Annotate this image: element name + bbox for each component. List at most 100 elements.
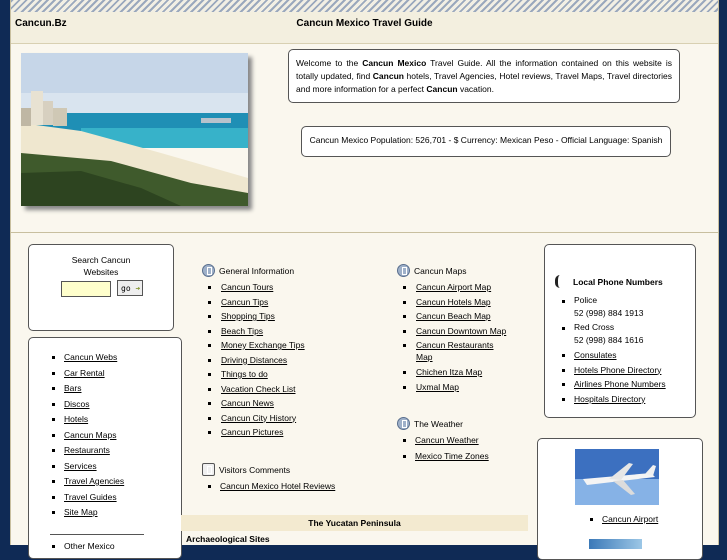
phone-entry-name: Red Cross xyxy=(574,322,615,332)
general-item[interactable]: Cancun Tips xyxy=(203,295,305,310)
nav-item[interactable]: Cancun Maps xyxy=(47,428,124,444)
map-link: Cancun Beach Map xyxy=(416,311,491,321)
weather-heading: The Weather xyxy=(397,417,463,430)
phone-icon xyxy=(555,275,565,288)
general-item[interactable]: Cancun City History xyxy=(203,411,305,426)
phone-directory-link: Hospitals Directory xyxy=(574,393,646,404)
welcome-bold-1: Cancun Mexico xyxy=(362,58,427,68)
search-box: Search Cancun Websites go ➔ xyxy=(28,244,174,331)
map-item[interactable]: Cancun Downtown Map xyxy=(398,324,506,339)
archaeological-sites-heading: Archaeological Sites xyxy=(186,534,270,544)
general-link: Vacation Check List xyxy=(221,383,296,394)
site-navigation-box: Cancun Webs Car Rental Bars Discos Hotels Can… xyxy=(28,337,182,559)
general-item[interactable]: Money Exchange Tips xyxy=(203,338,305,353)
general-item[interactable]: Cancun Pictures xyxy=(203,425,305,440)
page-title: Cancun Mexico Travel Guide xyxy=(296,18,433,29)
general-link: Cancun Tips xyxy=(221,296,269,307)
nav-item[interactable]: Car Rental xyxy=(47,366,124,382)
phone-entry-number: 52 (998) 884 1913 xyxy=(574,307,644,318)
map-item[interactable]: Cancun Airport Map xyxy=(398,280,506,295)
phone-directory-link: Consulates xyxy=(574,350,617,360)
general-item[interactable]: Vacation Check List xyxy=(203,382,305,397)
go-button[interactable]: go ➔ xyxy=(117,280,143,296)
general-item[interactable]: Cancun News xyxy=(203,396,305,411)
weather-heading-label: The Weather xyxy=(414,418,463,429)
nav-item[interactable]: Travel Guides xyxy=(47,490,124,506)
phone-heading-label: Local Phone Numbers xyxy=(573,276,663,287)
general-link: Cancun Pictures xyxy=(221,427,284,437)
welcome-bold-2: Cancun xyxy=(372,71,404,81)
map-link: Cancun Downtown Map xyxy=(416,325,507,336)
phone-directory-item[interactable]: Hotels Phone Directory xyxy=(557,363,692,378)
nav-item[interactable]: Cancun Webs xyxy=(47,350,124,366)
general-link: Beach Tips xyxy=(221,325,264,336)
general-item[interactable]: Shopping Tips xyxy=(203,309,305,324)
maps-heading-label: Cancun Maps xyxy=(414,265,467,276)
general-information-list: Cancun Tours Cancun Tips Shopping Tips Beac… xyxy=(203,280,305,440)
nav-link: Cancun Webs xyxy=(64,352,118,362)
population-box: Cancun Mexico Population: 526,701 - $ Cu… xyxy=(301,126,671,157)
top-decorative-stripe xyxy=(11,0,718,12)
airport-link[interactable]: Cancun Airport xyxy=(585,512,658,528)
general-item[interactable]: Driving Distances xyxy=(203,353,305,368)
phone-directory-item[interactable]: Airlines Phone Numbers xyxy=(557,377,692,392)
search-input[interactable] xyxy=(61,281,111,297)
map-item[interactable]: Cancun Restaurants Map xyxy=(398,338,506,365)
nav-link: Hotels xyxy=(64,414,89,424)
airport-box: Cancun Airport xyxy=(537,438,703,560)
general-link: Cancun Tours xyxy=(221,282,274,292)
phone-entry: Police 52 (998) 884 1913 xyxy=(557,294,692,321)
nav-item[interactable]: Discos xyxy=(47,397,124,413)
general-item[interactable]: Cancun Tours xyxy=(203,280,305,295)
phone-directory-link: Airlines Phone Numbers xyxy=(574,379,666,389)
map-item[interactable]: Chichen Itza Map xyxy=(398,365,506,380)
nav-link: Services xyxy=(64,460,97,471)
go-arrow-icon: ➔ xyxy=(135,284,141,293)
map-icon xyxy=(397,264,410,277)
airplane-photo xyxy=(575,449,659,505)
weather-icon xyxy=(397,417,410,430)
map-item[interactable]: Uxmal Map xyxy=(398,380,506,395)
general-link: Cancun City History xyxy=(221,412,297,423)
map-item[interactable]: Cancun Hotels Map xyxy=(398,295,506,310)
welcome-bold-3: Cancun xyxy=(426,84,458,94)
nav-link: Travel Guides xyxy=(64,491,117,502)
welcome-text-1: Welcome to the xyxy=(296,58,363,68)
nav-list: Cancun Webs Car Rental Bars Discos Hotels Can… xyxy=(47,350,124,521)
phone-directory-item[interactable]: Consulates xyxy=(557,348,692,363)
general-link: Cancun News xyxy=(221,398,274,408)
cancun-maps-heading: Cancun Maps xyxy=(397,264,466,277)
phone-directory-link: Hotels Phone Directory xyxy=(574,364,662,375)
phone-entry-number: 52 (998) 884 1616 xyxy=(574,334,644,345)
welcome-text-4: vacation. xyxy=(457,84,494,94)
airport-link-label: Cancun Airport xyxy=(602,514,659,524)
phone-entry-name: Police xyxy=(574,295,598,305)
yucatan-peninsula-bar: The Yucatan Peninsula xyxy=(181,515,528,531)
page-frame: Cancun.Bz Cancun Mexico Travel Guide Wel… xyxy=(10,0,719,560)
map-link: Uxmal Map xyxy=(416,381,459,392)
nav-item[interactable]: Bars xyxy=(47,381,124,397)
nav-item[interactable]: Site Map xyxy=(47,505,124,521)
info-icon xyxy=(202,264,215,277)
map-item[interactable]: Cancun Beach Map xyxy=(398,309,506,324)
visitors-link: Cancun Mexico Hotel Reviews xyxy=(220,481,336,491)
nav-item[interactable]: Travel Agencies xyxy=(47,474,124,490)
phone-directory-item[interactable]: Hospitals Directory xyxy=(557,392,692,407)
beach-photo xyxy=(21,53,248,206)
second-photo-thumbnail xyxy=(589,539,642,549)
weather-item[interactable]: Mexico Time Zones xyxy=(398,449,489,465)
weather-item[interactable]: Cancun Weather xyxy=(398,433,489,449)
header-bar: Cancun.Bz Cancun Mexico Travel Guide xyxy=(11,12,718,44)
visitors-item[interactable]: Cancun Mexico Hotel Reviews xyxy=(203,479,335,495)
visitors-comments-heading: Visitors Comments xyxy=(202,463,290,476)
general-item[interactable]: Beach Tips xyxy=(203,324,305,339)
general-information-heading: General Information xyxy=(202,264,294,277)
general-link: Things to do xyxy=(221,369,268,379)
nav-item[interactable]: Restaurants xyxy=(47,443,124,459)
map-link: Chichen Itza Map xyxy=(416,367,483,377)
nav-item[interactable]: Services xyxy=(47,459,124,475)
map-link: Cancun Airport Map xyxy=(416,282,492,292)
nav-item-other-mexico[interactable]: Other Mexico xyxy=(47,539,115,555)
nav-item[interactable]: Hotels xyxy=(47,412,124,428)
general-item[interactable]: Things to do xyxy=(203,367,305,382)
